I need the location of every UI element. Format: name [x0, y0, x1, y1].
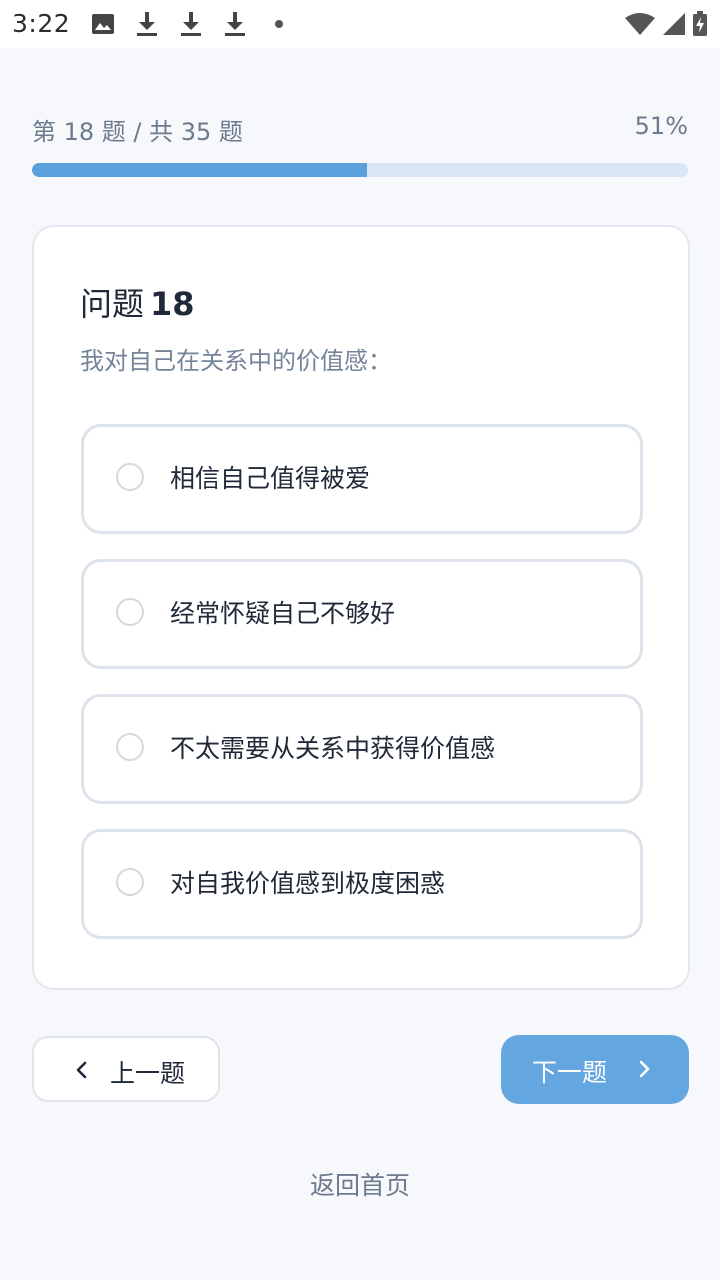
progress-percent: 51%: [634, 112, 688, 140]
download-icon: [178, 10, 204, 38]
answer-option-label: 不太需要从关系中获得价值感: [170, 734, 496, 763]
signal-icon: [662, 12, 686, 36]
question-text: 我对自己在关系中的价值感：: [80, 347, 392, 375]
dot-icon: [266, 10, 292, 38]
radio-button[interactable]: [116, 598, 144, 626]
image-icon: [90, 10, 116, 38]
answer-option-label: 对自我价值感到极度困惑: [170, 869, 446, 898]
status-time: 3:22: [12, 9, 71, 38]
question-number: 18: [150, 285, 195, 323]
answer-option[interactable]: 对自我价值感到极度困惑: [81, 829, 643, 939]
radio-button[interactable]: [116, 733, 144, 761]
answer-option[interactable]: 经常怀疑自己不够好: [81, 559, 643, 669]
progress-bar-fill: [32, 163, 367, 177]
radio-button[interactable]: [116, 463, 144, 491]
prev-question-label: 上一题: [110, 1059, 186, 1088]
radio-button[interactable]: [116, 868, 144, 896]
question-title: 问题 18: [80, 279, 195, 325]
answer-option-label: 相信自己值得被爱: [170, 464, 371, 493]
progress-text: 第 18 题 / 共 35 题: [32, 118, 243, 146]
progress-bar: [32, 163, 688, 177]
answer-option[interactable]: 相信自己值得被爱: [81, 424, 643, 534]
status-bar: 3:22: [0, 0, 720, 48]
answer-option[interactable]: 不太需要从关系中获得价值感: [81, 694, 643, 804]
question-title-prefix: 问题: [80, 285, 145, 323]
prev-question-button[interactable]: 上一题: [32, 1036, 220, 1102]
wifi-icon: [624, 12, 656, 36]
answer-option-label: 经常怀疑自己不够好: [170, 599, 396, 628]
battery-icon: [692, 11, 708, 37]
question-card: 问题 18 我对自己在关系中的价值感： 相信自己值得被爱 经常怀疑自己不够好 不太…: [32, 225, 690, 990]
next-question-label: 下一题: [532, 1058, 608, 1087]
next-question-button[interactable]: 下一题: [501, 1035, 689, 1104]
back-to-home-link[interactable]: 返回首页: [0, 1166, 720, 1202]
download-icon: [134, 10, 160, 38]
notification-icons: [90, 10, 310, 38]
chevron-right-icon: [639, 1060, 650, 1078]
download-icon: [222, 10, 248, 38]
system-icons: [618, 10, 708, 38]
chevron-left-icon: [76, 1061, 87, 1079]
